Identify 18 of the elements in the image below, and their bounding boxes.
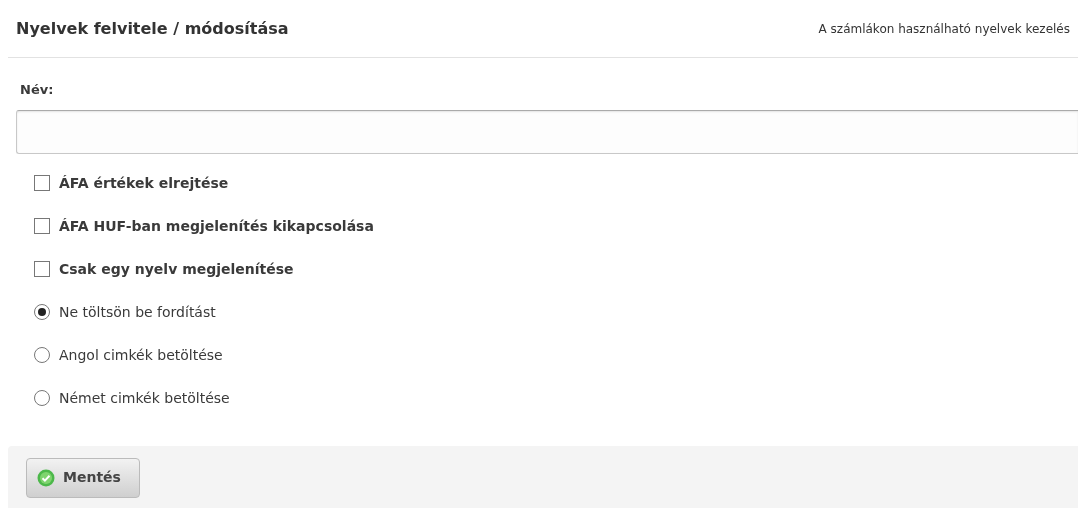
radio-button[interactable] [34, 304, 50, 320]
checkbox-label: ÁFA értékek elrejtése [59, 173, 229, 193]
radio-label: Ne töltsön be fordítást [59, 302, 216, 322]
radio-label: Német cimkék betöltése [59, 388, 230, 408]
check-icon [37, 468, 55, 487]
radio-label: Angol cimkék betöltése [59, 345, 223, 365]
radio-button[interactable] [34, 347, 50, 363]
radio-button[interactable] [34, 390, 50, 406]
checkbox[interactable] [34, 175, 50, 191]
checkbox-label: Csak egy nyelv megjelenítése [59, 259, 294, 279]
checkbox-label: ÁFA HUF-ban megjelenítés kikapcsolása [59, 216, 374, 236]
checkbox[interactable] [34, 218, 50, 234]
page-title: Nyelvek felvitele / módosítása [16, 17, 289, 40]
name-field[interactable] [16, 109, 1078, 154]
page-subtitle: A számlákon használható nyelvek kezelés [818, 20, 1070, 38]
field-label: Név: [20, 81, 54, 99]
checkbox[interactable] [34, 261, 50, 277]
save-button[interactable]: Mentés [26, 457, 140, 498]
